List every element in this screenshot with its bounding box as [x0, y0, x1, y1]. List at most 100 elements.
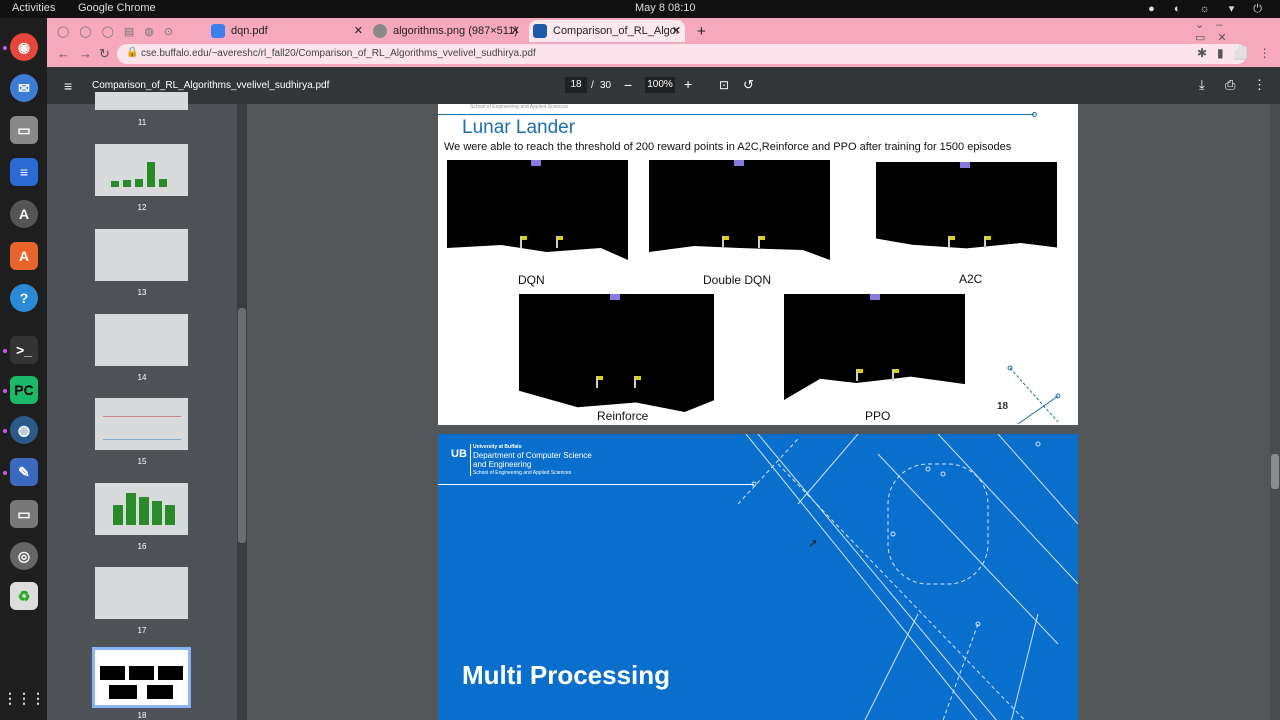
page-number-input[interactable]: 18 — [565, 77, 587, 93]
slide-title: Multi Processing — [462, 660, 671, 690]
app-store-icon[interactable]: A — [10, 242, 38, 270]
ppo-frame — [784, 294, 965, 400]
pycharm-icon[interactable]: PC — [10, 376, 38, 404]
terminal-icon[interactable]: >_ — [10, 336, 38, 364]
chrome-icon[interactable]: ◉ — [10, 33, 38, 61]
page-thumbnail[interactable] — [95, 398, 188, 450]
label-double-dqn: Double DQN — [703, 273, 772, 287]
page-thumbnail[interactable] — [95, 229, 188, 281]
pdf-page-19: UB University at Buffalo Department of C… — [438, 434, 1078, 720]
flag-icon — [892, 369, 899, 381]
more-options-icon[interactable]: ⋮ — [1253, 77, 1266, 93]
window-controls[interactable]: ⌄–▭✕ — [1195, 19, 1275, 44]
slide-header-text: School of Engineering and Applied Scienc… — [470, 104, 569, 110]
pinned-tabs[interactable]: ◯◯◯▤◍⊙ — [57, 20, 187, 42]
back-button[interactable]: ← — [57, 46, 70, 61]
clock[interactable]: May 8 08:10 — [635, 2, 696, 14]
slide-page-number: 18 — [997, 401, 1009, 412]
tab-dqn[interactable]: dqn.pdf ✕ — [207, 20, 367, 42]
software-updater-icon[interactable]: A — [10, 200, 38, 228]
globe-app-icon[interactable]: ◍ — [10, 416, 38, 444]
ub-logo: UB — [451, 448, 467, 460]
ub-icon — [533, 24, 547, 38]
close-icon[interactable]: ✕ — [354, 24, 363, 37]
running-indicator — [3, 429, 7, 433]
running-indicator — [3, 349, 7, 353]
page-thumbnail[interactable] — [95, 314, 188, 366]
flag-icon — [634, 376, 641, 388]
page-thumbnail[interactable] — [95, 483, 188, 535]
zoom-input[interactable]: 100% — [645, 77, 675, 93]
viewer-scroll-thumb[interactable] — [1271, 454, 1279, 489]
disc-icon[interactable]: ◎ — [10, 542, 38, 570]
new-tab-button[interactable]: + — [697, 20, 706, 42]
pdf-page-18: School of Engineering and Applied Scienc… — [438, 104, 1078, 425]
thumbnail-number: 16 — [137, 542, 147, 551]
reload-button[interactable]: ↻ — [99, 46, 110, 62]
tab-comparison[interactable]: Comparison_of_RL_Algor ✕ — [529, 20, 685, 42]
zoom-in-button[interactable]: + — [684, 76, 692, 92]
department-name: Department of Computer Science — [473, 451, 592, 460]
show-apps-icon[interactable]: ⋮⋮⋮ — [3, 684, 45, 712]
label-ppo: PPO — [865, 409, 891, 423]
trash-icon[interactable]: ♻ — [10, 582, 38, 610]
zoom-out-button[interactable]: − — [624, 77, 632, 93]
print-icon[interactable]: ⎙ — [1225, 77, 1235, 93]
header-rule-dot — [1032, 112, 1037, 117]
slide-subtitle: We were able to reach the threshold of 2… — [444, 141, 1012, 153]
drive-icon[interactable]: ▭ — [10, 500, 38, 528]
sidebar-scroll-thumb[interactable] — [238, 308, 246, 543]
pdf-icon — [211, 24, 225, 38]
lander-icon — [734, 160, 744, 166]
page-thumbnail-selected[interactable] — [92, 647, 191, 708]
rotate-icon[interactable]: ↺ — [743, 77, 754, 93]
flag-icon — [758, 236, 765, 248]
active-app-name[interactable]: Google Chrome — [78, 2, 156, 14]
close-icon[interactable]: ✕ — [672, 24, 681, 37]
viewer-scrollbar[interactable] — [1270, 104, 1280, 720]
pdf-toolbar: ≡ Comparison_of_RL_Algorithms_vvelivel_s… — [47, 67, 1280, 104]
address-bar[interactable]: 🔒 cse.buffalo.edu/~avereshc/rl_fall20/Co… — [117, 44, 1247, 64]
page-thumbnail[interactable] — [95, 92, 188, 110]
system-tray[interactable]: ● ◐ ☼ ▾ ⏻ — [1148, 2, 1270, 16]
files-icon[interactable]: ▭ — [10, 116, 38, 144]
download-icon[interactable]: ⤓ — [1199, 77, 1205, 93]
thumbnail-number: 15 — [137, 457, 147, 466]
lock-icon: 🔒 — [126, 47, 139, 58]
text-editor-icon[interactable]: ✎ — [10, 458, 38, 486]
close-icon[interactable]: ✕ — [511, 24, 520, 37]
tab-algorithms[interactable]: algorithms.png (987×511) ✕ — [369, 20, 524, 42]
reinforce-frame — [519, 294, 714, 412]
fit-page-icon[interactable]: ⊡ — [719, 78, 729, 92]
logo-divider — [470, 444, 471, 476]
mouse-cursor: ➚ — [808, 536, 819, 550]
thumbnail-number: 17 — [137, 626, 147, 635]
pdf-filename: Comparison_of_RL_Algorithms_vvelivel_sud… — [92, 80, 330, 91]
a2c-frame — [876, 162, 1057, 249]
flag-icon — [556, 236, 563, 248]
forward-button[interactable]: → — [79, 46, 92, 61]
page-thumbnail[interactable] — [95, 144, 188, 196]
circuit-pattern — [738, 434, 1078, 720]
document-icon[interactable]: ≡ — [10, 158, 38, 186]
toolbar-icons[interactable]: ✱▮⬜⋮ — [1197, 46, 1280, 60]
sidebar-scrollbar[interactable] — [237, 104, 247, 720]
flag-icon — [520, 236, 527, 248]
globe-icon — [373, 24, 387, 38]
help-icon[interactable]: ? — [10, 284, 38, 312]
flag-icon — [722, 236, 729, 248]
slide-title: Lunar Lander — [462, 117, 576, 138]
mail-icon[interactable]: ✉ — [10, 74, 38, 102]
page-thumbnail[interactable] — [95, 567, 188, 619]
double-dqn-frame — [649, 160, 830, 260]
flag-icon — [856, 369, 863, 381]
running-indicator — [3, 389, 7, 393]
dqn-frame — [447, 160, 628, 260]
lander-icon — [531, 160, 541, 166]
menu-icon[interactable]: ≡ — [64, 78, 72, 94]
page-total: 30 — [600, 80, 612, 91]
header-rule — [438, 484, 754, 485]
thumbnail-number: 14 — [137, 373, 147, 382]
label-a2c: A2C — [959, 272, 983, 286]
activities-button[interactable]: Activities — [12, 2, 55, 14]
